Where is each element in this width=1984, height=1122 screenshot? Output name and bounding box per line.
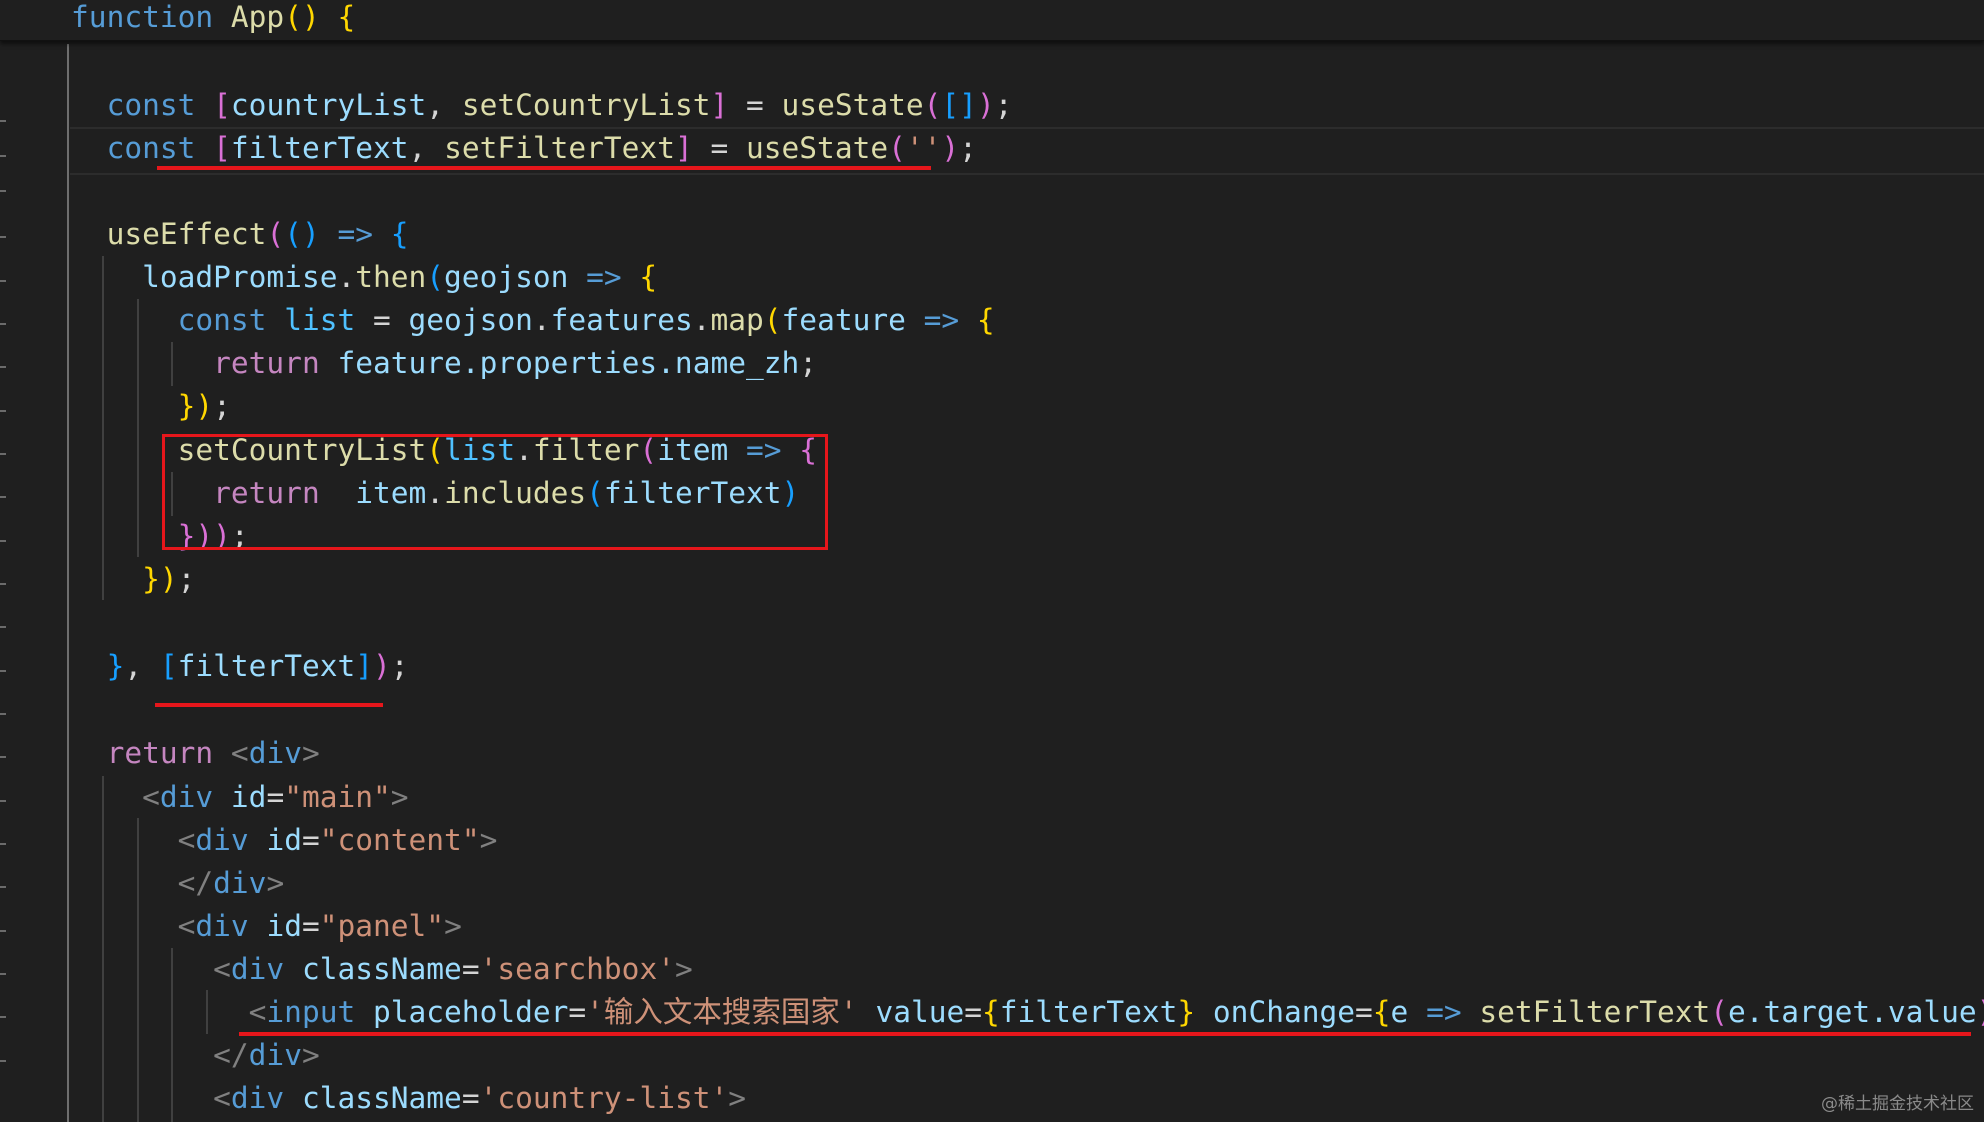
underline-input-element [239,1032,1971,1036]
code-line[interactable]: <div id="panel"> [0,905,462,948]
underline-deps-array [155,703,383,707]
code-line[interactable]: useEffect(() => { [0,213,409,256]
code-line[interactable]: <div id="content"> [0,819,498,862]
code-line[interactable]: </div> [0,862,285,905]
sticky-scroll-header[interactable]: function App() { [0,0,1984,41]
code-line[interactable]: const list = geojson.features.map(featur… [0,299,995,342]
gutter-mark [0,626,6,628]
indent-guide [206,990,208,1034]
code-line[interactable]: const [countryList, setCountryList] = us… [0,84,1013,127]
code-line[interactable]: <input placeholder='输入文本搜索国家' value={fil… [0,991,1984,1034]
code-line[interactable]: <div className='country-list'> [0,1077,746,1120]
indent-guide [171,342,173,386]
code-line[interactable]: return <div> [0,732,320,775]
code-line[interactable]: </div> [0,1034,320,1077]
code-line[interactable]: return feature.properties.name_zh; [0,342,817,385]
code-line[interactable]: }); [0,558,195,601]
underline-filtertext-state [157,166,931,170]
indent-guide [102,256,104,600]
indent-guide [137,299,139,557]
highlight-box-filter [162,434,828,550]
indent-guide [171,948,173,1122]
code-editor[interactable]: function App() { const [countryList, set… [0,0,1984,1122]
code-line[interactable]: <div id="main"> [0,776,408,819]
code-line[interactable]: }); [0,385,231,428]
gutter-mark [0,713,6,715]
code-line[interactable]: const [filterText, setFilterText] = useS… [0,127,977,170]
code-line[interactable]: }, [filterText]); [0,645,409,688]
indent-guide [102,776,104,1122]
code-line[interactable]: loadPromise.then(geojson => { [0,256,657,299]
indent-guide [137,818,139,1122]
gutter-mark [0,190,6,192]
sticky-line-function-app[interactable]: function App() { [0,0,355,39]
indent-guide [67,44,69,1122]
watermark: @稀土掘金技术社区 [1821,1094,1974,1114]
